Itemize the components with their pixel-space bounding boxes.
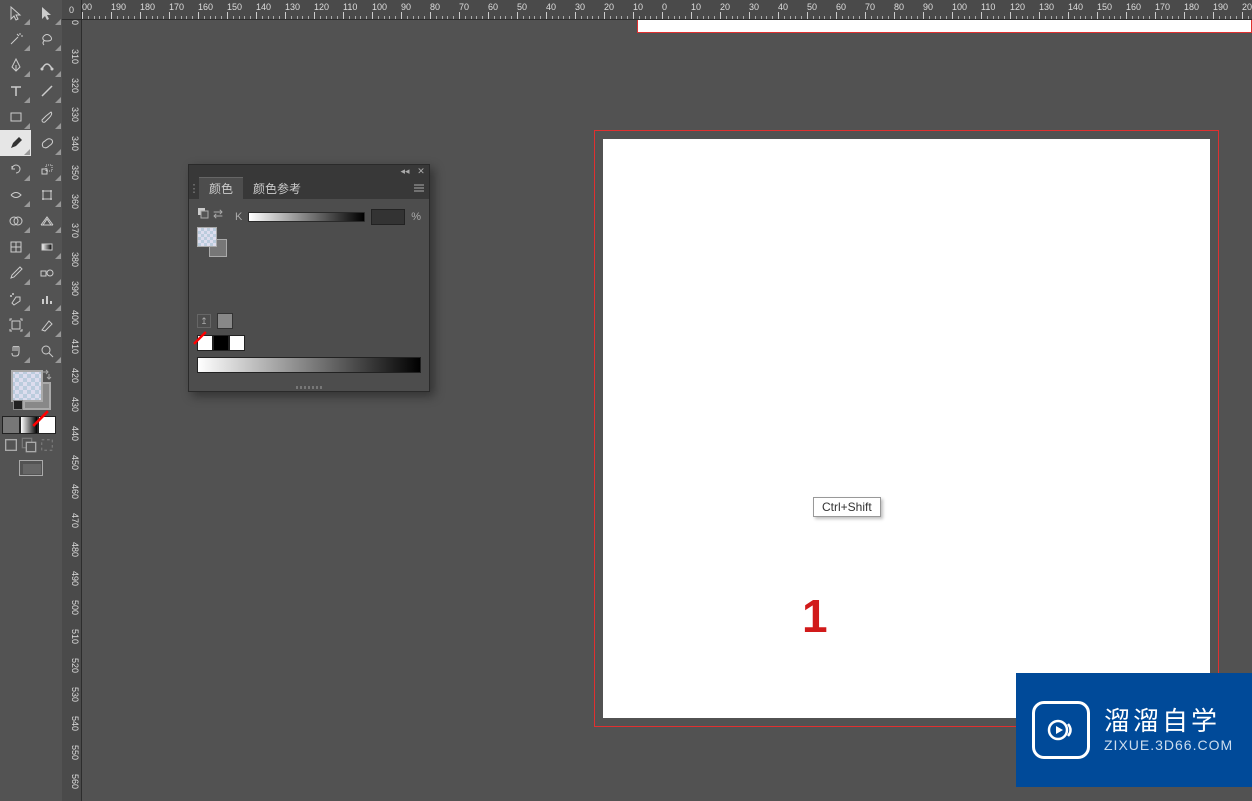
default-fill-stroke[interactable] xyxy=(13,400,23,410)
color-mode-row xyxy=(0,414,62,434)
fill-swatch[interactable] xyxy=(11,370,43,402)
k-slider-row: K % xyxy=(235,205,421,225)
k-slider-unit: % xyxy=(411,211,421,223)
panel-resize-grip[interactable] xyxy=(189,383,429,391)
tint-row: ↥ xyxy=(197,313,421,329)
draw-behind[interactable] xyxy=(20,436,38,454)
tab-color[interactable]: 颜色 xyxy=(199,177,243,199)
artboard-2[interactable]: Ctrl+Shift 1 xyxy=(594,130,1219,727)
screen-mode-button[interactable] xyxy=(19,460,43,476)
screen-mode-row xyxy=(0,454,62,476)
panel-grab-icon[interactable]: ⋮ xyxy=(189,177,199,199)
curvature-tool[interactable] xyxy=(31,52,62,78)
last-color-button[interactable]: ↥ xyxy=(197,314,211,328)
vertical-ruler[interactable]: 0310320330340350360370380390400410420430… xyxy=(62,0,82,801)
page-number-text: 1 xyxy=(802,589,828,643)
logo-title: 溜溜自学 xyxy=(1104,706,1233,737)
line-tool[interactable] xyxy=(31,78,62,104)
hand-tool[interactable] xyxy=(0,338,31,364)
eyedropper-tool[interactable] xyxy=(0,260,31,286)
shortcut-tooltip: Ctrl+Shift xyxy=(813,497,881,517)
close-icon[interactable]: ✕ xyxy=(416,166,426,176)
swatch-none[interactable] xyxy=(197,335,213,351)
zoom-tool[interactable] xyxy=(31,338,62,364)
fill-indicator-icon[interactable] xyxy=(197,207,209,219)
rotate-tool[interactable] xyxy=(0,156,31,182)
panel-titlebar[interactable]: ◂◂ ✕ xyxy=(189,165,429,177)
lasso-tool[interactable] xyxy=(31,26,62,52)
artboard-tool[interactable] xyxy=(0,312,31,338)
swap-icon[interactable]: ⇄ xyxy=(213,205,223,221)
mesh-tool[interactable] xyxy=(0,234,31,260)
color-panel: ◂◂ ✕ ⋮ 颜色 颜色参考 ⇄ K % xyxy=(188,164,430,392)
tab-color-guide[interactable]: 颜色参考 xyxy=(243,177,311,199)
logo-subtitle: ZIXUE.3D66.COM xyxy=(1104,737,1233,754)
type-tool[interactable] xyxy=(0,78,31,104)
k-slider-track[interactable] xyxy=(248,212,365,222)
base-swatch-row xyxy=(197,335,421,351)
direct-selection-tool[interactable] xyxy=(31,0,62,26)
pen-tool[interactable] xyxy=(0,52,31,78)
draw-normal[interactable] xyxy=(2,436,20,454)
rectangle-tool[interactable] xyxy=(0,104,31,130)
color-mode-none[interactable] xyxy=(38,416,56,434)
panel-body: ⇄ K % ↥ xyxy=(189,199,429,383)
width-tool[interactable] xyxy=(0,182,31,208)
horizontal-ruler[interactable]: 0019018017016015014013012011010090807060… xyxy=(62,0,1252,20)
symbol-sprayer-tool[interactable] xyxy=(0,286,31,312)
pencil-tool[interactable] xyxy=(0,130,31,156)
draw-inside[interactable] xyxy=(38,436,56,454)
magic-wand-tool[interactable] xyxy=(0,26,31,52)
slice-tool[interactable] xyxy=(31,312,62,338)
fill-stroke-swatch[interactable] xyxy=(0,364,62,414)
perspective-grid-tool[interactable] xyxy=(31,208,62,234)
panel-menu-icon[interactable] xyxy=(409,177,429,199)
blend-tool[interactable] xyxy=(31,260,62,286)
draw-mode-row xyxy=(0,434,62,454)
panel-tabs: ⋮ 颜色 颜色参考 xyxy=(189,177,429,199)
ruler-origin[interactable]: 0 xyxy=(62,0,82,20)
mini-fill[interactable] xyxy=(197,227,217,247)
color-mode-solid[interactable] xyxy=(2,416,20,434)
blob-brush-tool[interactable] xyxy=(31,130,62,156)
page-area: Ctrl+Shift 1 xyxy=(603,139,1210,718)
shape-builder-tool[interactable] xyxy=(0,208,31,234)
scale-tool[interactable] xyxy=(31,156,62,182)
watermark-logo: 溜溜自学 ZIXUE.3D66.COM xyxy=(1016,673,1252,787)
current-tint-swatch[interactable] xyxy=(217,313,233,329)
selection-tool[interactable] xyxy=(0,0,31,26)
swap-fill-stroke-icon[interactable] xyxy=(41,368,53,380)
paintbrush-tool[interactable] xyxy=(31,104,62,130)
logo-play-icon xyxy=(1032,701,1090,759)
k-slider-input[interactable] xyxy=(371,209,405,225)
toolbox xyxy=(0,0,62,801)
free-transform-tool[interactable] xyxy=(31,182,62,208)
grayscale-spectrum[interactable] xyxy=(197,357,421,373)
collapse-icon[interactable]: ◂◂ xyxy=(400,166,410,176)
swatch-white[interactable] xyxy=(229,335,245,351)
mini-fill-stroke[interactable] xyxy=(197,227,227,257)
column-graph-tool[interactable] xyxy=(31,286,62,312)
gradient-tool[interactable] xyxy=(31,234,62,260)
k-slider-label: K xyxy=(235,211,242,223)
